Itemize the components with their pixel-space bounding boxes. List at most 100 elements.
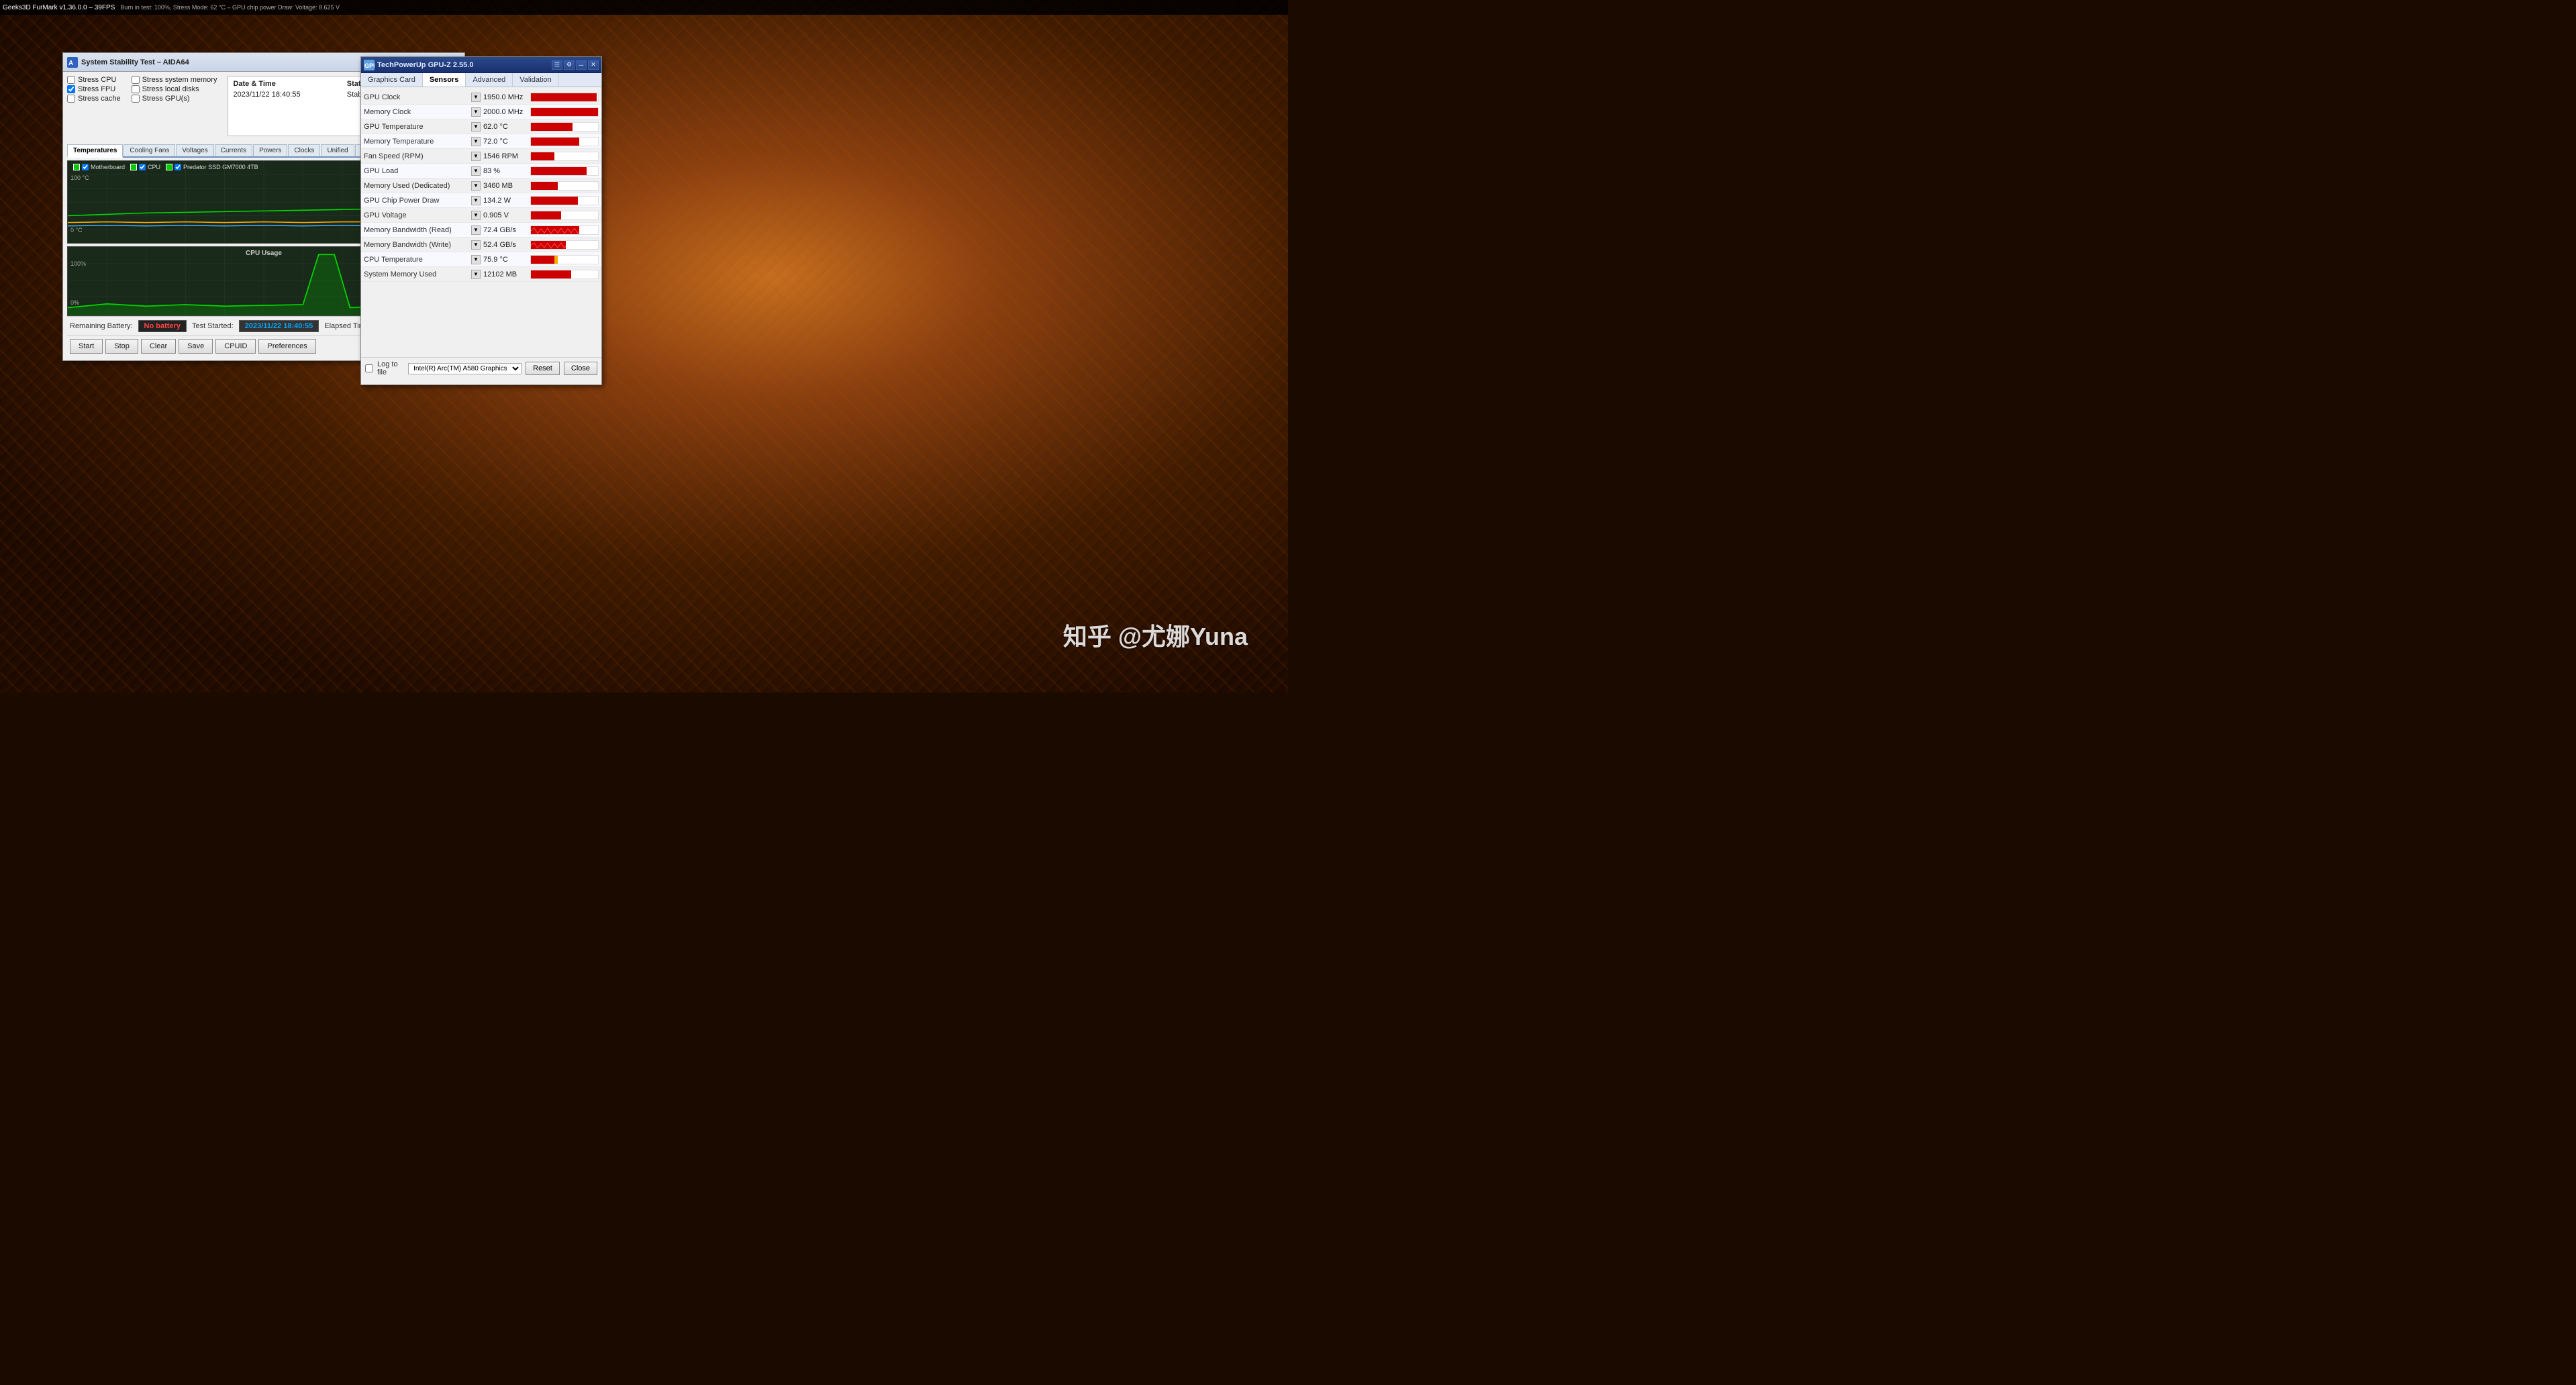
- tab-voltages[interactable]: Voltages: [176, 144, 213, 156]
- date-label: Date & Time: [230, 79, 344, 89]
- gpuz-value-power-draw: 134.2 W: [483, 197, 530, 205]
- gpuz-value-gpu-load: 83 %: [483, 167, 530, 175]
- tab-cooling-fans[interactable]: Cooling Fans: [123, 144, 175, 156]
- device-select[interactable]: Intel(R) Arc(TM) A580 Graphics: [408, 363, 522, 374]
- stress-cpu-label: Stress CPU: [78, 76, 116, 84]
- tab-powers[interactable]: Powers: [253, 144, 287, 156]
- gpuz-value-mem-used: 3460 MB: [483, 182, 530, 190]
- gpuz-minimize[interactable]: ─: [576, 60, 587, 70]
- gpuz-row-mem-temp: Memory Temperature ▼ 72.0 °C: [361, 134, 601, 149]
- stress-col-right: Stress system memory Stress local disks …: [132, 76, 217, 140]
- gpuz-titlebar[interactable]: GPU TechPowerUp GPU-Z 2.55.0 ☰ ⚙ ─ ✕: [361, 57, 601, 73]
- stress-cache-label: Stress cache: [78, 95, 121, 103]
- gpuz-sensors-content: GPU Clock ▼ 1950.0 MHz Memory Clock ▼ 20…: [361, 87, 601, 357]
- gpuz-row-gpu-clock: GPU Clock ▼ 1950.0 MHz: [361, 90, 601, 105]
- gpuz-label-mem-temp: Memory Temperature: [364, 138, 471, 146]
- gpuz-label-mem-used: Memory Used (Dedicated): [364, 182, 471, 190]
- test-started-label: Test Started:: [192, 322, 234, 330]
- gpuz-icon: GPU: [364, 60, 375, 70]
- save-button[interactable]: Save: [179, 339, 213, 354]
- stress-cpu-checkbox[interactable]: [67, 76, 75, 84]
- tab-currents[interactable]: Currents: [215, 144, 252, 156]
- cpuid-button[interactable]: CPUID: [215, 339, 256, 354]
- gpuz-tab-graphics-card[interactable]: Graphics Card: [361, 73, 423, 87]
- gpuz-dropdown-gpu-clock[interactable]: ▼: [471, 93, 481, 102]
- gpuz-value-sys-mem: 12102 MB: [483, 270, 530, 278]
- tab-unified[interactable]: Unified: [321, 144, 354, 156]
- log-to-file-checkbox[interactable]: [365, 364, 373, 372]
- stress-sysmem-checkbox[interactable]: [132, 76, 140, 84]
- gpuz-value-gpu-voltage: 0.905 V: [483, 211, 530, 219]
- gpuz-bar-gpu-voltage: [530, 211, 599, 220]
- gpuz-bar-mem-used: [530, 181, 599, 191]
- stress-gpu-item: Stress GPU(s): [132, 95, 217, 103]
- gpuz-dropdown-mem-temp[interactable]: ▼: [471, 137, 481, 146]
- stress-disks-checkbox[interactable]: [132, 85, 140, 93]
- gpuz-row-fan-speed: Fan Speed (RPM) ▼ 1546 RPM: [361, 149, 601, 164]
- gpuz-reset-button[interactable]: Reset: [526, 362, 560, 375]
- gpuz-dropdown-bw-read[interactable]: ▼: [471, 225, 481, 235]
- gpuz-extra-btn[interactable]: ☰: [552, 60, 562, 70]
- battery-badge: No battery: [138, 320, 187, 332]
- gpuz-row-cpu-temp: CPU Temperature ▼ 75.9 °C: [361, 252, 601, 267]
- gpuz-tabs: Graphics Card Sensors Advanced Validatio…: [361, 73, 601, 87]
- stress-cache-item: Stress cache: [67, 95, 121, 103]
- stress-cache-checkbox[interactable]: [67, 95, 75, 103]
- svg-text:A: A: [68, 60, 73, 67]
- gpuz-label-gpu-temp: GPU Temperature: [364, 123, 471, 131]
- gpuz-row-sys-mem: System Memory Used ▼ 12102 MB: [361, 267, 601, 282]
- gpuz-title: TechPowerUp GPU-Z 2.55.0: [377, 61, 551, 69]
- test-started-value: 2023/11/22 18:40:55: [239, 320, 319, 332]
- gpuz-label-bw-write: Memory Bandwidth (Write): [364, 241, 471, 249]
- gpuz-settings-btn[interactable]: ⚙: [564, 60, 575, 70]
- start-button[interactable]: Start: [70, 339, 103, 354]
- gpuz-bar-bw-read: [530, 225, 599, 235]
- stress-gpu-checkbox[interactable]: [132, 95, 140, 103]
- gpuz-value-gpu-clock: 1950.0 MHz: [483, 93, 530, 101]
- stress-disks-item: Stress local disks: [132, 85, 217, 93]
- gpuz-tab-validation[interactable]: Validation: [513, 73, 559, 87]
- gpuz-bar-cpu-temp: [530, 255, 599, 264]
- gpuz-dropdown-gpu-voltage[interactable]: ▼: [471, 211, 481, 220]
- preferences-button[interactable]: Preferences: [258, 339, 315, 354]
- gpuz-dropdown-cpu-temp[interactable]: ▼: [471, 255, 481, 264]
- gpuz-close-footer-button[interactable]: Close: [564, 362, 597, 375]
- tab-temperatures[interactable]: Temperatures: [67, 144, 123, 158]
- gpuz-label-cpu-temp: CPU Temperature: [364, 256, 471, 264]
- gpuz-tab-advanced[interactable]: Advanced: [466, 73, 513, 87]
- gpuz-dropdown-bw-write[interactable]: ▼: [471, 240, 481, 250]
- clear-button[interactable]: Clear: [141, 339, 176, 354]
- gpuz-dropdown-fan-speed[interactable]: ▼: [471, 152, 481, 161]
- gpuz-dropdown-gpu-load[interactable]: ▼: [471, 166, 481, 176]
- gpuz-value-memory-clock: 2000.0 MHz: [483, 108, 530, 116]
- gpuz-label-gpu-voltage: GPU Voltage: [364, 211, 471, 219]
- gpuz-value-fan-speed: 1546 RPM: [483, 152, 530, 160]
- gpuz-dropdown-mem-used[interactable]: ▼: [471, 181, 481, 191]
- stress-sysmem-label: Stress system memory: [142, 76, 217, 84]
- gpuz-dropdown-gpu-temp[interactable]: ▼: [471, 122, 481, 132]
- gpuz-window: GPU TechPowerUp GPU-Z 2.55.0 ☰ ⚙ ─ ✕ Gra…: [360, 56, 602, 385]
- gpuz-bar-sys-mem: [530, 270, 599, 279]
- gpuz-row-bw-read: Memory Bandwidth (Read) ▼ 72.4 GB/s: [361, 223, 601, 238]
- gpuz-bar-fan-speed: [530, 152, 599, 161]
- gpuz-value-bw-read: 72.4 GB/s: [483, 226, 530, 234]
- gpuz-dropdown-power-draw[interactable]: ▼: [471, 196, 481, 205]
- gpuz-label-bw-read: Memory Bandwidth (Read): [364, 226, 471, 234]
- log-to-file-label: Log to file: [377, 360, 404, 376]
- gpuz-dropdown-memory-clock[interactable]: ▼: [471, 107, 481, 117]
- taskbar: Geeks3D FurMark v1.36.0.0 – 39FPS Burn i…: [0, 0, 1288, 15]
- stress-fpu-checkbox[interactable]: [67, 85, 75, 93]
- tab-clocks[interactable]: Clocks: [288, 144, 320, 156]
- gpuz-bar-gpu-temp: [530, 122, 599, 132]
- gpuz-footer: Log to file Intel(R) Arc(TM) A580 Graphi…: [361, 357, 601, 379]
- aida64-icon: A: [67, 57, 78, 68]
- gpuz-row-gpu-temp: GPU Temperature ▼ 62.0 °C: [361, 119, 601, 134]
- taskbar-title: Geeks3D FurMark v1.36.0.0 – 39FPS: [3, 4, 115, 11]
- stop-button[interactable]: Stop: [105, 339, 138, 354]
- gpuz-dropdown-sys-mem[interactable]: ▼: [471, 270, 481, 279]
- gpuz-tab-sensors[interactable]: Sensors: [423, 73, 466, 87]
- gpuz-bar-gpu-clock: [530, 93, 599, 102]
- battery-label: Remaining Battery:: [70, 322, 133, 330]
- gpuz-label-fan-speed: Fan Speed (RPM): [364, 152, 471, 160]
- gpuz-close-btn[interactable]: ✕: [588, 60, 599, 70]
